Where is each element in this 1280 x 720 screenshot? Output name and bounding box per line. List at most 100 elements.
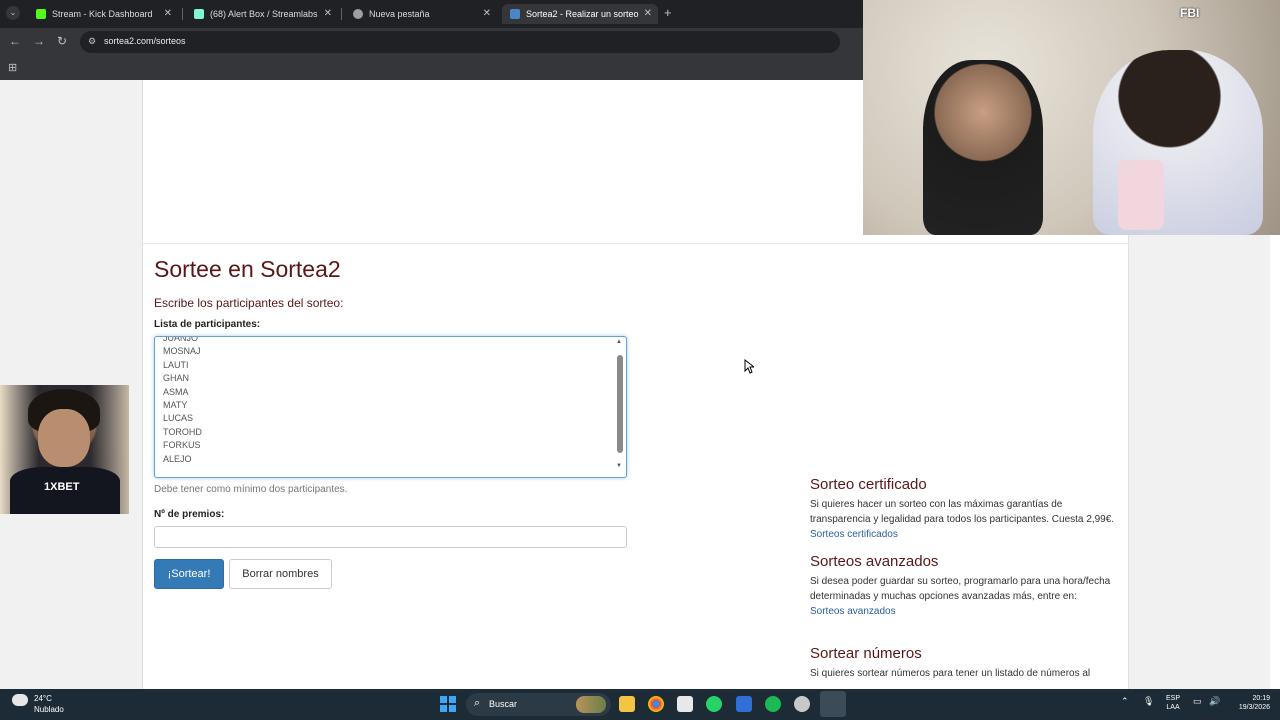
advanced-title: Sorteos avanzados	[810, 553, 939, 570]
certified-title: Sorteo certificado	[810, 476, 927, 493]
start-button-icon[interactable]	[440, 696, 456, 712]
volume-icon[interactable]: 🔊	[1209, 696, 1220, 707]
participant-name: MATY	[163, 399, 188, 410]
webcam-small-face	[38, 409, 90, 467]
participant-name: LAUTI	[163, 359, 189, 370]
shirt-brand-text: 1XBET	[44, 481, 80, 493]
active-app-icon[interactable]	[820, 691, 846, 717]
participant-name: FORKUS	[163, 440, 201, 451]
system-clock[interactable]: 20:19 19/3/2026	[1228, 694, 1270, 712]
windows-taskbar: 24°C Nublado ⌕ Buscar ⌃ 🎙 ESP LAA ▭ 🔊 20…	[0, 689, 1280, 720]
scroll-up-icon[interactable]: ▲	[616, 339, 622, 345]
streamlabs-favicon-icon	[194, 9, 204, 19]
webcam-overlay-main	[863, 0, 1280, 235]
tab-kick-dashboard[interactable]: Stream - Kick Dashboard ✕	[28, 4, 178, 24]
participants-textarea[interactable]: JUANJO MOSNAJ LAUTI GHAN ASMA MATY LUCAS…	[154, 336, 627, 478]
close-tab-icon[interactable]: ✕	[644, 8, 652, 19]
form-subtitle: Escribe los participantes del sorteo:	[154, 296, 344, 310]
sortea2-favicon-icon	[510, 9, 520, 19]
spotify-icon[interactable]	[765, 696, 781, 712]
search-icon: ⌕	[474, 697, 481, 709]
file-explorer-icon[interactable]	[619, 696, 635, 712]
clear-names-button[interactable]: Borrar nombres	[229, 559, 332, 589]
draw-button[interactable]: ¡Sortear!	[154, 559, 224, 589]
site-info-icon[interactable]: ⚙	[88, 36, 96, 47]
tab-separator	[182, 8, 183, 20]
language-indicator[interactable]: ESP LAA	[1166, 694, 1180, 712]
kick-favicon-icon	[36, 9, 46, 19]
address-bar[interactable]: ⚙ sortea2.com/sorteos	[80, 31, 840, 53]
tab-sortea2[interactable]: Sortea2 - Realizar un sorteo ✕	[502, 4, 658, 24]
obs-icon[interactable]	[794, 696, 810, 712]
weather-condition[interactable]: Nublado	[34, 705, 64, 714]
mail-icon[interactable]	[736, 696, 752, 712]
weather-cloud-icon[interactable]	[12, 694, 28, 706]
numbers-section: Sortear números Si quieres sortear númer…	[810, 645, 1120, 681]
close-tab-icon[interactable]: ✕	[324, 8, 332, 19]
ad-divider	[143, 243, 1130, 244]
clock-date: 19/3/2026	[1238, 704, 1270, 711]
taskbar-search[interactable]: ⌕ Buscar	[466, 693, 611, 716]
scroll-down-icon[interactable]: ▼	[616, 463, 622, 469]
forward-icon[interactable]: →	[33, 34, 45, 48]
participant-name: ALEJO	[163, 453, 192, 464]
prizes-input[interactable]	[154, 526, 627, 548]
tab-search-icon[interactable]: ⌄	[6, 6, 20, 20]
weather-temperature[interactable]: 24°C	[34, 694, 52, 703]
whatsapp-icon[interactable]	[706, 696, 722, 712]
tab-title: Sortea2 - Realizar un sorteo	[526, 9, 639, 19]
network-icon[interactable]: ▭	[1193, 696, 1202, 707]
numbers-title: Sortear números	[810, 645, 922, 662]
search-label: Buscar	[489, 699, 518, 709]
chrome-favicon-icon	[353, 9, 363, 19]
participant-name: JUANJO	[163, 336, 199, 343]
advanced-text: Si desea poder guardar su sorteo, progra…	[810, 576, 1111, 602]
microphone-icon[interactable]: 🎙	[1143, 696, 1154, 707]
tab-title: (68) Alert Box / Streamlabs	[210, 9, 318, 19]
participant-name: LUCAS	[163, 413, 194, 424]
close-tab-icon[interactable]: ✕	[164, 8, 172, 19]
webcam-overlay-small: 1XBET	[0, 385, 129, 514]
participant-name: MOSNAJ	[163, 346, 201, 357]
tab-title: Stream - Kick Dashboard	[52, 9, 153, 19]
advanced-link-wrap: Sorteos avanzados	[810, 604, 1120, 619]
reload-icon[interactable]: ↻	[57, 34, 67, 48]
clock-time: 20:19	[1252, 695, 1270, 702]
webcam-object	[1118, 160, 1164, 230]
language-code: ESP	[1166, 695, 1181, 702]
store-icon[interactable]	[677, 696, 693, 712]
prizes-label: Nº de premios:	[154, 509, 225, 520]
mouse-cursor-icon	[744, 359, 754, 374]
keyboard-layout: LAA	[1166, 704, 1180, 711]
certified-description: Si quieres hacer un sorteo con las máxim…	[810, 499, 1115, 525]
textarea-scrollbar[interactable]: ▲ ▼	[616, 339, 624, 475]
certified-link[interactable]: Sorteos certificados	[810, 529, 898, 540]
participants-list: JUANJO MOSNAJ LAUTI GHAN ASMA MATY LUCAS…	[155, 336, 626, 466]
tray-overflow-icon[interactable]: ⌃	[1121, 696, 1129, 707]
participants-label: Lista de participantes:	[154, 319, 261, 330]
address-url: sortea2.com/sorteos	[104, 36, 186, 46]
advanced-section: Sorteos avanzados Si desea poder guardar…	[810, 553, 1120, 619]
back-icon[interactable]: ←	[9, 34, 21, 48]
tab-separator	[341, 8, 342, 20]
chrome-icon[interactable]	[648, 696, 664, 712]
new-tab-icon[interactable]: +	[664, 5, 672, 20]
participant-name: ASMA	[163, 386, 189, 397]
webcam-tag: FBI	[1180, 6, 1200, 20]
tab-streamlabs[interactable]: (68) Alert Box / Streamlabs ✕	[186, 4, 338, 24]
advanced-link[interactable]: Sorteos avanzados	[810, 606, 896, 617]
close-tab-icon[interactable]: ✕	[483, 8, 491, 19]
search-highlight-icon	[576, 696, 606, 713]
participant-name: GHAN	[163, 373, 190, 384]
participants-help-text: Debe tener como mínimo dos participantes…	[154, 484, 348, 495]
certified-section: Sorteo certificado Si quieres hacer un s…	[810, 476, 1120, 542]
certified-text: Si quieres hacer un sorteo con las máxim…	[810, 497, 1120, 542]
page-title: Sortee en Sortea2	[154, 256, 341, 282]
webcam-person-left	[923, 60, 1043, 235]
tab-title: Nueva pestaña	[369, 9, 430, 19]
tab-new-tab[interactable]: Nueva pestaña ✕	[345, 4, 497, 24]
participant-name: TOROHD	[163, 426, 202, 437]
scroll-thumb[interactable]	[617, 355, 623, 453]
apps-grid-icon[interactable]: ⊞	[8, 61, 17, 74]
numbers-text: Si quieres sortear números para tener un…	[810, 668, 1091, 679]
